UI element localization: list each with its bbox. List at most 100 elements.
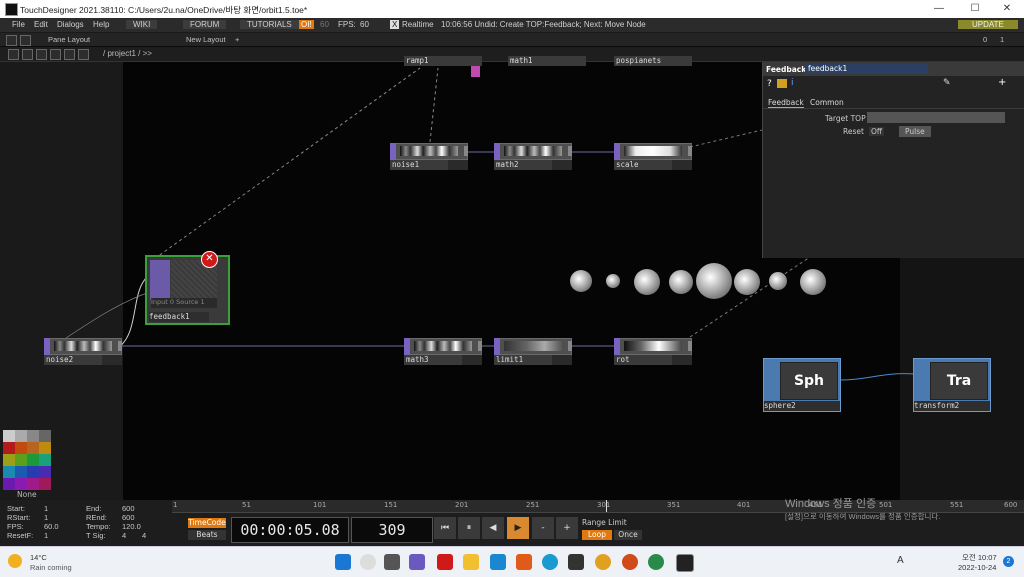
layout-0-button[interactable]: 0 <box>983 35 987 44</box>
notion-icon[interactable] <box>568 554 584 570</box>
palette-swatch[interactable] <box>15 430 27 442</box>
pulse-button[interactable]: Pulse <box>899 126 931 137</box>
rewind-button[interactable]: ⏮ <box>434 517 456 539</box>
palette-swatch[interactable] <box>15 466 27 478</box>
palette-swatch[interactable] <box>3 442 15 454</box>
help-icon[interactable]: ? <box>767 79 772 89</box>
resetf-value[interactable]: 1 <box>44 531 48 540</box>
pane-split-icon[interactable] <box>6 35 17 46</box>
netflix-icon[interactable] <box>437 554 453 570</box>
info-icon[interactable]: i <box>791 78 794 88</box>
python-icon[interactable] <box>777 79 787 88</box>
node-ramp1[interactable]: ramp1 <box>404 56 482 66</box>
node-transform2[interactable]: Tra transform2 <box>913 358 991 412</box>
weather-icon[interactable] <box>8 554 22 568</box>
clock-date[interactable]: 2022-10-24 <box>958 563 996 572</box>
timecode-button[interactable]: TimeCode <box>188 518 226 528</box>
close-button[interactable]: ✕ <box>990 0 1024 18</box>
palette-swatch[interactable] <box>27 478 39 490</box>
palette-swatch[interactable] <box>39 442 51 454</box>
palette-none-label[interactable]: None <box>17 490 37 499</box>
palette-swatch[interactable] <box>27 454 39 466</box>
palette-swatch[interactable] <box>39 478 51 490</box>
pane-layout-button[interactable]: Pane Layout <box>48 35 90 44</box>
update-button[interactable]: UPDATE <box>958 20 1018 29</box>
node-math2[interactable]: math2 <box>494 143 572 170</box>
chrome-icon[interactable] <box>595 554 611 570</box>
palette-swatch[interactable] <box>15 454 27 466</box>
node-noise1[interactable]: noise1 <box>390 143 468 170</box>
reset-toggle[interactable]: Off <box>869 127 885 136</box>
menu-edit[interactable]: Edit <box>34 20 48 29</box>
clock-time[interactable]: 오전 10:07 <box>962 552 997 563</box>
edge-icon[interactable] <box>542 554 558 570</box>
chrome-profile-icon[interactable] <box>622 554 638 570</box>
pause-button[interactable]: ⏸ <box>458 517 480 539</box>
node-sphere2[interactable]: Sph sphere2 <box>763 358 841 412</box>
layout-1-button[interactable]: 1 <box>1000 35 1004 44</box>
add-param-icon[interactable]: + <box>998 77 1006 88</box>
once-button[interactable]: Once <box>614 530 642 540</box>
beats-button[interactable]: Beats <box>188 530 226 540</box>
palette-swatch[interactable] <box>39 430 51 442</box>
forward-icon[interactable] <box>36 49 47 60</box>
oi-badge[interactable]: OI! <box>299 20 314 29</box>
palette-swatch[interactable] <box>39 466 51 478</box>
play-button[interactable]: ▶ <box>507 517 529 539</box>
node-math1[interactable]: math1 <box>508 56 586 66</box>
node-scale[interactable]: scale <box>614 143 692 170</box>
network-path[interactable]: / project1 / >> <box>103 49 152 58</box>
back-icon[interactable] <box>22 49 33 60</box>
tab-common[interactable]: Common <box>810 98 844 107</box>
palette-swatch[interactable] <box>27 466 39 478</box>
tab-feedback[interactable]: Feedback <box>768 98 804 108</box>
menu-dialogs[interactable]: Dialogs <box>57 20 84 29</box>
end-value[interactable]: 600 <box>122 504 135 513</box>
rend-value[interactable]: 600 <box>122 513 135 522</box>
home-icon[interactable] <box>50 49 61 60</box>
office-icon[interactable] <box>516 554 532 570</box>
node-pospianets[interactable]: pospianets <box>614 56 692 66</box>
palette-swatch[interactable] <box>27 430 39 442</box>
target-top-field[interactable] <box>867 112 1005 123</box>
touchdesigner-icon[interactable] <box>676 554 694 572</box>
chrome-profile2-icon[interactable] <box>648 554 664 570</box>
forum-button[interactable]: FORUM <box>183 20 227 29</box>
wiki-button[interactable]: WIKI <box>126 20 158 29</box>
palette-swatch[interactable] <box>3 430 15 442</box>
op-name-field[interactable]: feedback1 <box>805 63 928 74</box>
chat-icon[interactable] <box>409 554 425 570</box>
start-value[interactable]: 1 <box>44 504 48 513</box>
file-explorer-icon[interactable] <box>463 554 479 570</box>
realtime-checkbox[interactable]: X <box>390 20 400 29</box>
palette-swatch[interactable] <box>3 454 15 466</box>
decrement-button[interactable]: - <box>532 517 554 539</box>
menu-file[interactable]: File <box>12 20 25 29</box>
task-view-icon[interactable] <box>384 554 400 570</box>
node-math3[interactable]: math3 <box>404 338 482 365</box>
tsig-a[interactable]: 4 <box>122 531 126 540</box>
node-rot[interactable]: rot <box>614 338 692 365</box>
tempo-value[interactable]: 120.0 <box>122 522 141 531</box>
playhead[interactable] <box>606 500 607 512</box>
palette-swatch[interactable] <box>27 442 39 454</box>
edit-icon[interactable]: ✎ <box>943 78 951 88</box>
maximize-button[interactable]: ☐ <box>958 0 992 18</box>
error-icon[interactable]: ✕ <box>201 251 218 268</box>
increment-button[interactable]: + <box>556 517 578 539</box>
tutorials-button[interactable]: TUTORIALS <box>240 20 299 29</box>
menu-arrow-icon[interactable] <box>8 49 19 60</box>
add-layout-button[interactable]: + <box>235 35 239 44</box>
ramp-out-icon[interactable] <box>471 66 480 77</box>
palette-swatch[interactable] <box>15 478 27 490</box>
rstart-value[interactable]: 1 <box>44 513 48 522</box>
notification-badge[interactable]: 2 <box>1003 556 1014 567</box>
loop-button[interactable]: Loop <box>582 530 612 540</box>
expand-icon[interactable] <box>78 49 89 60</box>
palette-swatch[interactable] <box>3 466 15 478</box>
start-icon[interactable] <box>335 554 351 570</box>
new-layout-button[interactable]: New Layout <box>186 35 226 44</box>
node-noise2[interactable]: noise2 <box>44 338 122 365</box>
tsig-b[interactable]: 4 <box>142 531 146 540</box>
timecode-display[interactable]: 00:00:05.08 <box>231 517 349 543</box>
